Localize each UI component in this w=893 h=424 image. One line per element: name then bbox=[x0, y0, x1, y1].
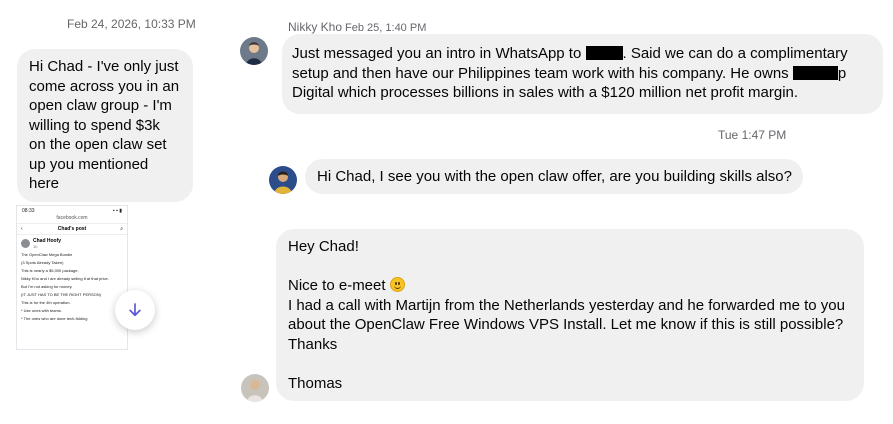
status-time: 08:33 bbox=[22, 208, 35, 214]
message-line: about the OpenClaw Free Windows VPS Inst… bbox=[288, 316, 844, 333]
status-icons: ▪ ▪ ▮ bbox=[112, 208, 122, 214]
post-author-meta: 1h bbox=[33, 244, 38, 249]
message-line: Hey Chad! bbox=[288, 238, 359, 255]
post-line: The OpenClaw Mega Bundle bbox=[21, 251, 73, 257]
sender-label-nikky: Nikky Kho Feb 25, 1:40 PM bbox=[288, 20, 426, 34]
message-text: . Said we can do a complimentary bbox=[622, 45, 848, 62]
message-line: Just messaged you an intro in WhatsApp t… bbox=[292, 44, 873, 64]
post-line: * Use ones with teams. bbox=[21, 307, 62, 313]
message-text: p bbox=[837, 64, 847, 82]
message-text: Just messaged you an intro in WhatsApp t… bbox=[292, 45, 582, 62]
back-icon: ‹ bbox=[21, 226, 23, 232]
message-text: Hi Chad, I see you with the open claw of… bbox=[317, 168, 792, 185]
timestamp-feb-24: Feb 24, 2026, 10:33 PM bbox=[67, 17, 196, 31]
message-line: I had a call with Martijn from the Nethe… bbox=[288, 296, 845, 314]
search-icon: ⌕ bbox=[120, 226, 123, 232]
message-text: setup and then have our Philippines team… bbox=[292, 64, 789, 82]
post-header: ‹ Chad's post ⌕ bbox=[17, 224, 127, 235]
message-bubble-left[interactable]: Hi Chad - I've only just come across you… bbox=[17, 49, 193, 202]
post-line: This is nearly a $5,000 package. bbox=[21, 267, 79, 273]
message-line: Thanks bbox=[288, 335, 338, 353]
message-bubble-nikky[interactable]: Just messaged you an intro in WhatsApp t… bbox=[282, 34, 883, 114]
screenshot-attachment[interactable]: 08:33 ▪ ▪ ▮ facebook.com ‹ Chad's post ⌕… bbox=[16, 205, 128, 350]
message-line: Nice to e-meet bbox=[288, 276, 852, 296]
post-author-avatar bbox=[21, 239, 30, 248]
message-line: setup and then have our Philippines team… bbox=[292, 64, 873, 84]
message-line: here bbox=[29, 175, 60, 192]
redacted-name bbox=[585, 46, 623, 60]
message-line: Thomas bbox=[288, 374, 343, 392]
message-line: up you mentioned bbox=[29, 155, 149, 173]
post-line: (IT JUST HAS TO BE THE RIGHT PERSON) bbox=[21, 291, 102, 297]
sender-name[interactable]: Nikky Kho bbox=[288, 20, 342, 34]
phone-url-bar: facebook.com bbox=[17, 215, 127, 224]
avatar-nikky[interactable] bbox=[240, 37, 268, 65]
message-line: Hi Chad - I've only just bbox=[29, 58, 179, 75]
message-line: Digital which processes billions in sale… bbox=[292, 84, 799, 101]
post-author: Chad Hoofy 1h bbox=[17, 235, 127, 250]
post-line: * The ones who are done tech-fidding bbox=[21, 315, 88, 321]
sender-time: Feb 25, 1:40 PM bbox=[345, 22, 427, 34]
arrow-down-icon bbox=[129, 303, 141, 317]
redacted-company bbox=[792, 65, 838, 80]
avatar-contact-2[interactable] bbox=[269, 166, 297, 194]
phone-status-bar: 08:33 ▪ ▪ ▮ bbox=[17, 206, 127, 215]
message-bubble-tue[interactable]: Hi Chad, I see you with the open claw of… bbox=[305, 159, 803, 194]
scroll-to-bottom-button[interactable] bbox=[115, 290, 155, 330]
post-line: But I'm not asking for money. bbox=[21, 283, 73, 289]
message-line: willing to spend $3k bbox=[29, 116, 160, 134]
message-line: open claw group - I'm bbox=[29, 97, 172, 114]
message-line: on the open claw set bbox=[29, 136, 167, 153]
avatar-thomas[interactable] bbox=[241, 374, 269, 402]
post-header-title: Chad's post bbox=[57, 226, 87, 232]
message-bubble-thomas[interactable]: Hey Chad! Nice to e-meet I had a call wi… bbox=[276, 229, 864, 401]
message-line: come across you in an bbox=[29, 77, 180, 95]
message-text: Nice to e-meet bbox=[288, 277, 386, 294]
timestamp-tue: Tue 1:47 PM bbox=[718, 128, 787, 142]
post-line: This is for the 4th operation. bbox=[21, 299, 71, 305]
smiling-face-emoji-icon bbox=[389, 277, 405, 292]
post-line: (3 Spots Already Taken) bbox=[21, 259, 64, 265]
post-line: Nikky Kho and I are already selling it a… bbox=[21, 275, 109, 281]
